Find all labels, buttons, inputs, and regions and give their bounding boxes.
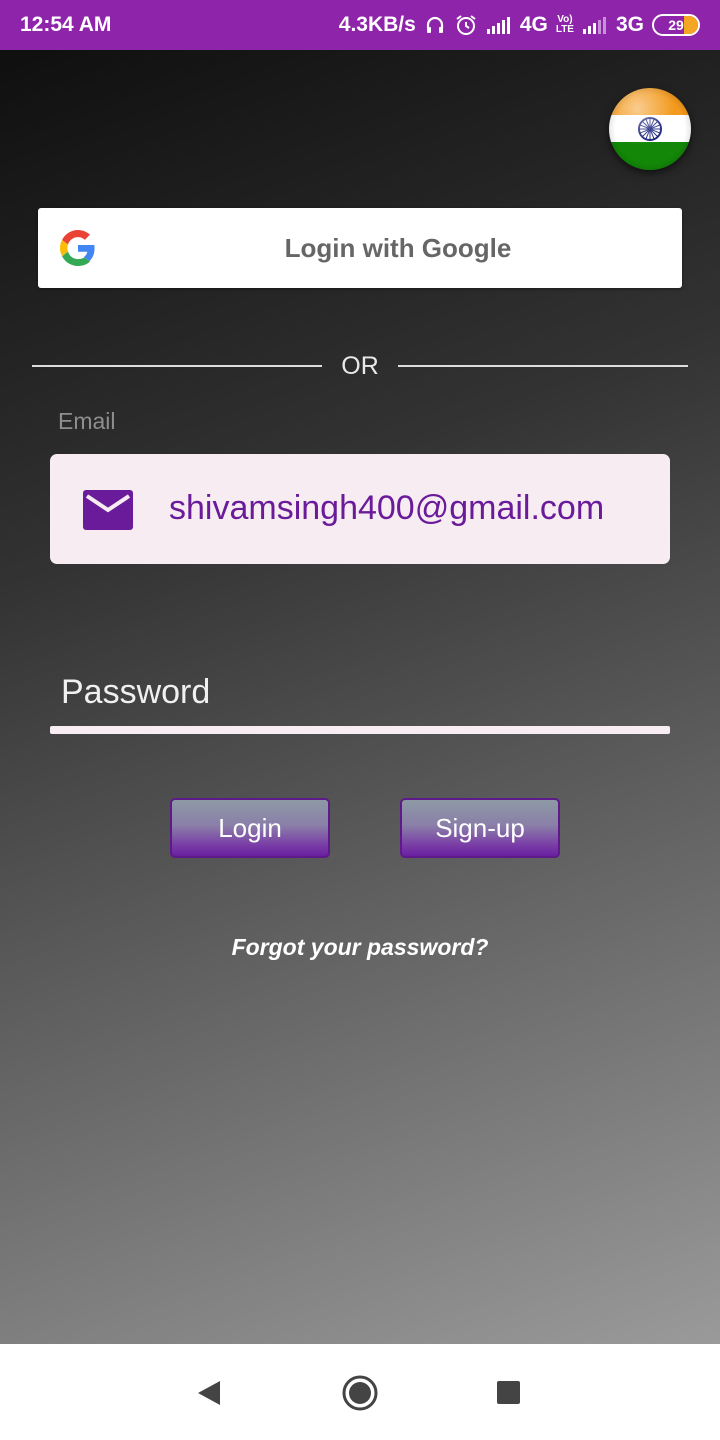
google-login-button[interactable]: Login with Google — [38, 208, 682, 288]
headset-icon — [424, 14, 446, 36]
email-label: Email — [58, 408, 116, 434]
status-icons: 4.3KB/s 4G Vo) LTE 3G 29 — [339, 13, 700, 37]
login-button[interactable]: Login — [170, 798, 330, 858]
login-screen: Login with Google OR Email shivamsingh40… — [0, 50, 720, 1344]
divider-line-left — [32, 365, 322, 367]
battery-level: 29 — [668, 17, 684, 33]
signal-icon — [582, 15, 608, 35]
signup-button[interactable]: Sign-up — [400, 798, 560, 858]
network-speed: 4.3KB/s — [338, 13, 416, 36]
home-icon[interactable] — [341, 1374, 379, 1412]
mail-icon — [83, 490, 133, 530]
password-input[interactable]: Password — [50, 662, 670, 722]
google-icon — [60, 230, 95, 266]
or-divider: OR — [32, 350, 688, 382]
volte-indicator: Vo) LTE — [556, 15, 574, 35]
battery-icon: 29 — [652, 14, 700, 36]
email-field[interactable]: shivamsingh400@gmail.com — [50, 454, 670, 564]
google-login-label: Login with Google — [284, 232, 512, 263]
network-type-3g: 3G — [615, 13, 644, 36]
forgot-password-link[interactable]: Forgot your password? — [0, 934, 720, 961]
volte-bottom: LTE — [555, 24, 574, 35]
network-type-4g: 4G — [519, 13, 548, 36]
email-input[interactable]: shivamsingh400@gmail.com — [169, 489, 633, 528]
navigation-bar — [0, 1344, 720, 1440]
signal-icon — [486, 15, 512, 35]
alarm-icon — [454, 13, 478, 37]
back-icon[interactable] — [196, 1379, 222, 1407]
divider-line-right — [398, 365, 688, 367]
india-flag-icon[interactable] — [609, 88, 691, 170]
status-bar: 12:54 AM 4.3KB/s 4G Vo) LTE 3G 29 — [0, 0, 720, 50]
password-underline — [50, 726, 670, 734]
or-text: OR — [341, 352, 379, 380]
status-time: 12:54 AM — [20, 13, 112, 36]
recents-icon[interactable] — [497, 1381, 520, 1404]
